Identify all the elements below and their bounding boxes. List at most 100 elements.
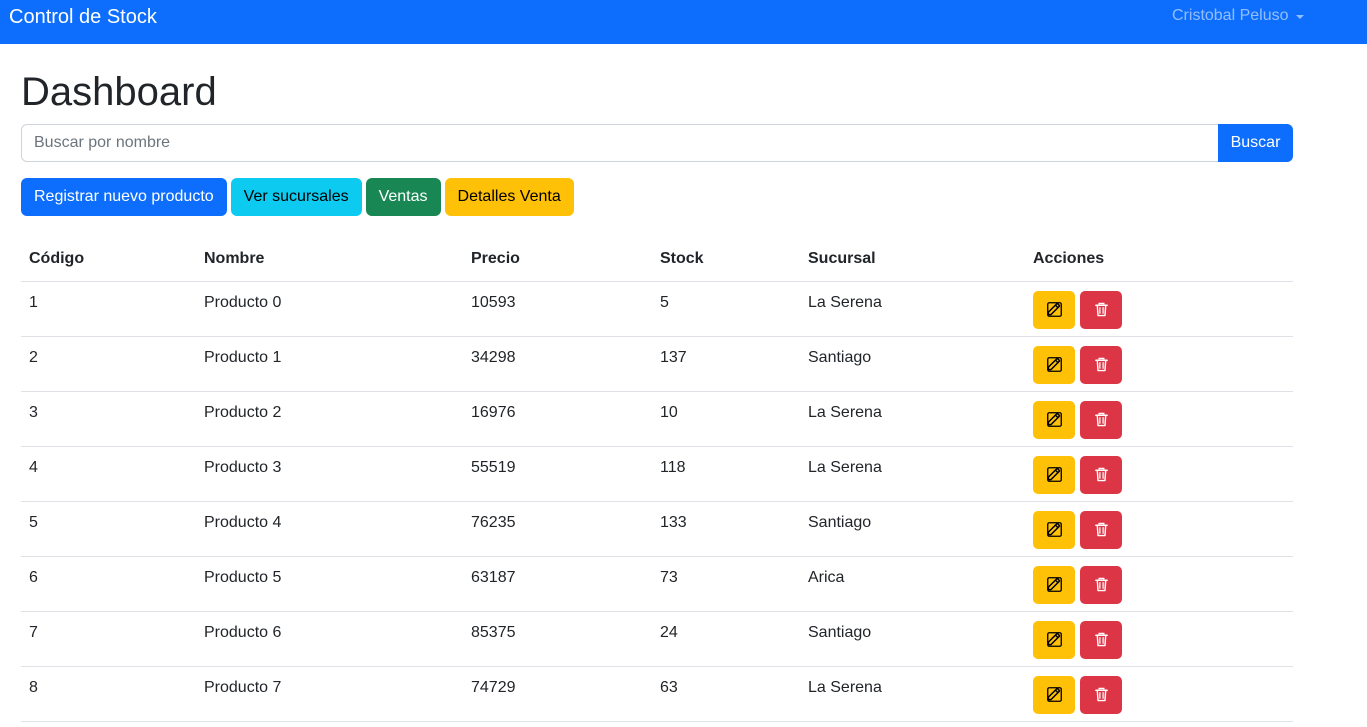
chevron-down-icon xyxy=(1295,14,1304,19)
edit-icon xyxy=(1046,687,1062,702)
edit-button[interactable] xyxy=(1033,290,1075,329)
cell-actions xyxy=(1025,611,1293,667)
trash-icon xyxy=(1094,302,1109,317)
edit-button[interactable] xyxy=(1033,455,1075,494)
cell-name: Producto 6 xyxy=(196,611,463,667)
cell-stock: 137 xyxy=(652,336,800,392)
edit-icon xyxy=(1046,467,1062,482)
cell-branch: La Serena xyxy=(800,446,1025,502)
trash-icon xyxy=(1094,357,1109,372)
user-dropdown[interactable]: Cristobal Peluso xyxy=(1172,6,1304,26)
cell-code: 5 xyxy=(21,501,196,557)
edit-icon xyxy=(1046,302,1062,317)
delete-button[interactable] xyxy=(1080,510,1123,549)
search-input[interactable] xyxy=(21,124,1218,162)
edit-icon xyxy=(1046,522,1062,537)
edit-button[interactable] xyxy=(1033,675,1075,714)
cell-actions xyxy=(1025,391,1293,447)
cell-name: Producto 4 xyxy=(196,501,463,557)
trash-icon xyxy=(1094,632,1109,647)
cell-actions xyxy=(1025,666,1293,722)
register-product-button[interactable]: Registrar nuevo producto xyxy=(21,178,227,216)
table-row: 5 Producto 4 76235 133 Santiago xyxy=(21,501,1293,557)
page-title: Dashboard xyxy=(21,70,217,114)
products-table: Código Nombre Precio Stock Sucursal Acci… xyxy=(21,238,1293,722)
edit-icon xyxy=(1046,577,1062,592)
cell-code: 8 xyxy=(21,666,196,722)
delete-button[interactable] xyxy=(1080,675,1123,714)
cell-branch: Santiago xyxy=(800,336,1025,392)
cell-actions xyxy=(1025,281,1293,337)
sales-button[interactable]: Ventas xyxy=(365,178,441,216)
cell-stock: 63 xyxy=(652,666,800,722)
trash-icon xyxy=(1094,577,1109,592)
header-name: Nombre xyxy=(196,238,463,282)
delete-button[interactable] xyxy=(1080,455,1123,494)
cell-actions xyxy=(1025,501,1293,557)
cell-name: Producto 0 xyxy=(196,281,463,337)
table-row: 7 Producto 6 85375 24 Santiago xyxy=(21,611,1293,667)
cell-actions xyxy=(1025,446,1293,502)
table-row: 3 Producto 2 16976 10 La Serena xyxy=(21,391,1293,447)
cell-name: Producto 5 xyxy=(196,556,463,612)
delete-button[interactable] xyxy=(1080,290,1123,329)
cell-price: 74729 xyxy=(463,666,652,722)
trash-icon xyxy=(1094,467,1109,482)
delete-button[interactable] xyxy=(1080,345,1123,384)
cell-stock: 5 xyxy=(652,281,800,337)
cell-actions xyxy=(1025,336,1293,392)
trash-icon xyxy=(1094,522,1109,537)
cell-name: Producto 7 xyxy=(196,666,463,722)
cell-code: 1 xyxy=(21,281,196,337)
edit-button[interactable] xyxy=(1033,620,1075,659)
trash-icon xyxy=(1094,412,1109,427)
cell-branch: Santiago xyxy=(800,501,1025,557)
cell-branch: Arica xyxy=(800,556,1025,612)
cell-code: 2 xyxy=(21,336,196,392)
edit-button[interactable] xyxy=(1033,400,1075,439)
edit-button[interactable] xyxy=(1033,565,1075,604)
edit-button[interactable] xyxy=(1033,345,1075,384)
cell-price: 76235 xyxy=(463,501,652,557)
cell-branch: La Serena xyxy=(800,666,1025,722)
search-group: Buscar xyxy=(21,124,1293,162)
header-stock: Stock xyxy=(652,238,800,282)
cell-price: 63187 xyxy=(463,556,652,612)
cell-code: 6 xyxy=(21,556,196,612)
table-row: 4 Producto 3 55519 118 La Serena xyxy=(21,446,1293,502)
cell-branch: La Serena xyxy=(800,391,1025,447)
cell-stock: 73 xyxy=(652,556,800,612)
cell-stock: 118 xyxy=(652,446,800,502)
navbar: Control de Stock Cristobal Peluso xyxy=(0,0,1367,44)
cell-branch: Santiago xyxy=(800,611,1025,667)
search-button[interactable]: Buscar xyxy=(1218,124,1293,162)
cell-name: Producto 3 xyxy=(196,446,463,502)
cell-name: Producto 1 xyxy=(196,336,463,392)
delete-button[interactable] xyxy=(1080,620,1123,659)
header-actions: Acciones xyxy=(1025,238,1293,282)
table-row: 6 Producto 5 63187 73 Arica xyxy=(21,556,1293,612)
cell-stock: 133 xyxy=(652,501,800,557)
edit-icon xyxy=(1046,412,1062,427)
sale-details-button[interactable]: Detalles Venta xyxy=(444,178,574,216)
cell-name: Producto 2 xyxy=(196,391,463,447)
header-price: Precio xyxy=(463,238,652,282)
navbar-brand[interactable]: Control de Stock xyxy=(9,5,157,29)
table-row: 1 Producto 0 10593 5 La Serena xyxy=(21,281,1293,337)
cell-price: 85375 xyxy=(463,611,652,667)
header-code: Código xyxy=(21,238,196,282)
cell-stock: 24 xyxy=(652,611,800,667)
delete-button[interactable] xyxy=(1080,565,1123,604)
products-table-container: Código Nombre Precio Stock Sucursal Acci… xyxy=(21,238,1293,722)
cell-stock: 10 xyxy=(652,391,800,447)
edit-icon xyxy=(1046,357,1062,372)
edit-button[interactable] xyxy=(1033,510,1075,549)
delete-button[interactable] xyxy=(1080,400,1123,439)
trash-icon xyxy=(1094,687,1109,702)
view-branches-button[interactable]: Ver sucursales xyxy=(230,178,362,216)
table-header-row: Código Nombre Precio Stock Sucursal Acci… xyxy=(21,238,1293,282)
cell-code: 7 xyxy=(21,611,196,667)
cell-price: 10593 xyxy=(463,281,652,337)
cell-code: 3 xyxy=(21,391,196,447)
table-row: 2 Producto 1 34298 137 Santiago xyxy=(21,336,1293,392)
